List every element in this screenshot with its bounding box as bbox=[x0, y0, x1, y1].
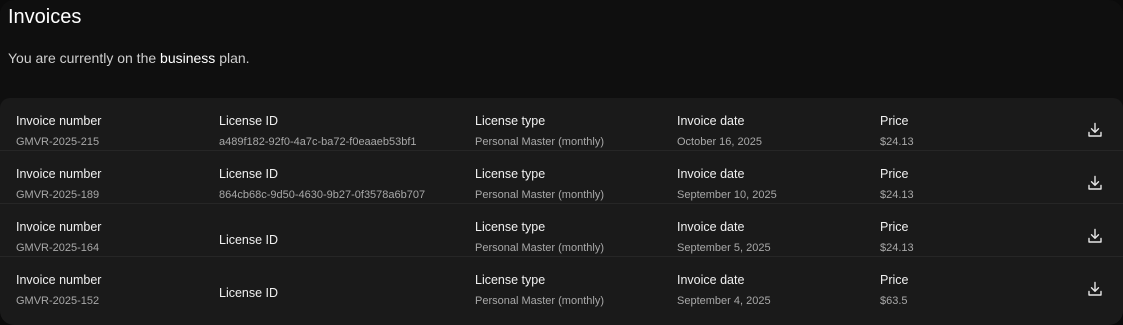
price-label: Price bbox=[880, 273, 909, 287]
license-id-label: License ID bbox=[219, 167, 279, 181]
license-id-cell: License ID bbox=[219, 204, 459, 257]
invoice-number-label: Invoice number bbox=[16, 167, 102, 181]
license-id-label: License ID bbox=[219, 233, 279, 247]
download-icon bbox=[1088, 175, 1102, 190]
invoice-number-value: GMVR-2025-152 bbox=[16, 295, 100, 307]
license-type-value: Personal Master (monthly) bbox=[475, 189, 604, 201]
license-type-cell: License type Personal Master (monthly) bbox=[475, 98, 665, 151]
invoice-number-cell: Invoice number GMVR-2025-164 bbox=[16, 204, 206, 257]
invoice-number-label: Invoice number bbox=[16, 114, 102, 128]
invoice-number-value: GMVR-2025-164 bbox=[16, 242, 100, 254]
price-cell: Price $24.13 bbox=[880, 204, 1000, 257]
license-type-label: License type bbox=[475, 220, 546, 234]
invoice-number-value: GMVR-2025-215 bbox=[16, 136, 100, 148]
download-icon bbox=[1088, 122, 1102, 137]
download-icon bbox=[1088, 281, 1102, 296]
license-type-label: License type bbox=[475, 167, 546, 181]
price-value: $24.13 bbox=[880, 136, 914, 148]
invoice-date-value: September 5, 2025 bbox=[677, 242, 771, 254]
price-value: $24.13 bbox=[880, 189, 914, 201]
invoice-date-label: Invoice date bbox=[677, 273, 745, 287]
license-id-cell: License ID 864cb68c-9d50-4630-9b27-0f3578… bbox=[219, 151, 459, 204]
price-cell: Price $24.13 bbox=[880, 151, 1000, 204]
download-invoice-button[interactable] bbox=[1087, 228, 1103, 244]
download-invoice-button[interactable] bbox=[1087, 175, 1103, 191]
invoice-date-cell: Invoice date September 10, 2025 bbox=[677, 151, 867, 204]
invoice-number-value: GMVR-2025-189 bbox=[16, 189, 100, 201]
invoice-date-value: September 10, 2025 bbox=[677, 189, 777, 201]
invoices-header: Invoices You are currently on the busine… bbox=[8, 5, 1115, 67]
invoice-date-label: Invoice date bbox=[677, 220, 745, 234]
license-id-cell: License ID bbox=[219, 257, 459, 310]
invoice-date-cell: Invoice date October 16, 2025 bbox=[677, 98, 867, 151]
invoice-row: Invoice number GMVR-2025-164 License ID Lic… bbox=[0, 204, 1123, 257]
license-type-cell: License type Personal Master (monthly) bbox=[475, 151, 665, 204]
invoice-number-cell: Invoice number GMVR-2025-152 bbox=[16, 257, 206, 310]
license-type-cell: License type Personal Master (monthly) bbox=[475, 257, 665, 310]
license-id-cell: License ID a489f182-92f0-4a7c-ba72-f0eaae… bbox=[219, 98, 459, 151]
license-type-value: Personal Master (monthly) bbox=[475, 242, 604, 254]
invoice-date-label: Invoice date bbox=[677, 167, 745, 181]
plan-name: business bbox=[160, 50, 216, 66]
invoice-date-value: September 4, 2025 bbox=[677, 295, 771, 307]
download-invoice-button[interactable] bbox=[1087, 122, 1103, 138]
price-label: Price bbox=[880, 220, 909, 234]
license-id-value: 864cb68c-9d50-4630-9b27-0f3578a6b707 bbox=[219, 189, 426, 201]
invoice-row: Invoice number GMVR-2025-215 License ID a48… bbox=[0, 98, 1123, 151]
invoice-number-label: Invoice number bbox=[16, 220, 102, 234]
license-type-label: License type bbox=[475, 273, 546, 287]
plan-prefix: You are currently on the bbox=[8, 50, 157, 66]
license-id-label: License ID bbox=[219, 286, 279, 300]
plan-suffix: plan. bbox=[219, 50, 250, 66]
invoice-number-cell: Invoice number GMVR-2025-189 bbox=[16, 151, 206, 204]
invoice-number-label: Invoice number bbox=[16, 273, 102, 287]
download-invoice-button[interactable] bbox=[1087, 281, 1103, 297]
price-label: Price bbox=[880, 167, 909, 181]
price-label: Price bbox=[880, 114, 909, 128]
license-type-value: Personal Master (monthly) bbox=[475, 295, 604, 307]
license-id-label: License ID bbox=[219, 114, 279, 128]
invoice-date-cell: Invoice date September 4, 2025 bbox=[677, 257, 867, 310]
invoice-list: Invoice number GMVR-2025-215 License ID a48… bbox=[0, 98, 1123, 325]
license-type-value: Personal Master (monthly) bbox=[475, 136, 604, 148]
invoice-date-value: October 16, 2025 bbox=[677, 136, 763, 148]
plan-status: You are currently on the business plan. bbox=[8, 49, 1115, 67]
price-cell: Price $24.13 bbox=[880, 98, 1000, 151]
invoice-date-cell: Invoice date September 5, 2025 bbox=[677, 204, 867, 257]
download-icon bbox=[1088, 228, 1102, 243]
invoice-row: Invoice number GMVR-2025-189 License ID 864… bbox=[0, 151, 1123, 204]
page-title: Invoices bbox=[8, 6, 82, 28]
price-value: $63.5 bbox=[880, 295, 908, 307]
license-id-value: a489f182-92f0-4a7c-ba72-f0eaaeb53bf1 bbox=[219, 136, 417, 148]
invoice-date-label: Invoice date bbox=[677, 114, 745, 128]
price-cell: Price $63.5 bbox=[880, 257, 1000, 310]
license-type-cell: License type Personal Master (monthly) bbox=[475, 204, 665, 257]
license-type-label: License type bbox=[475, 114, 546, 128]
price-value: $24.13 bbox=[880, 242, 914, 254]
invoice-row: Invoice number GMVR-2025-152 License ID Lic… bbox=[0, 257, 1123, 310]
invoices-panel: Invoices You are currently on the busine… bbox=[0, 0, 1123, 325]
invoice-number-cell: Invoice number GMVR-2025-215 bbox=[16, 98, 206, 151]
